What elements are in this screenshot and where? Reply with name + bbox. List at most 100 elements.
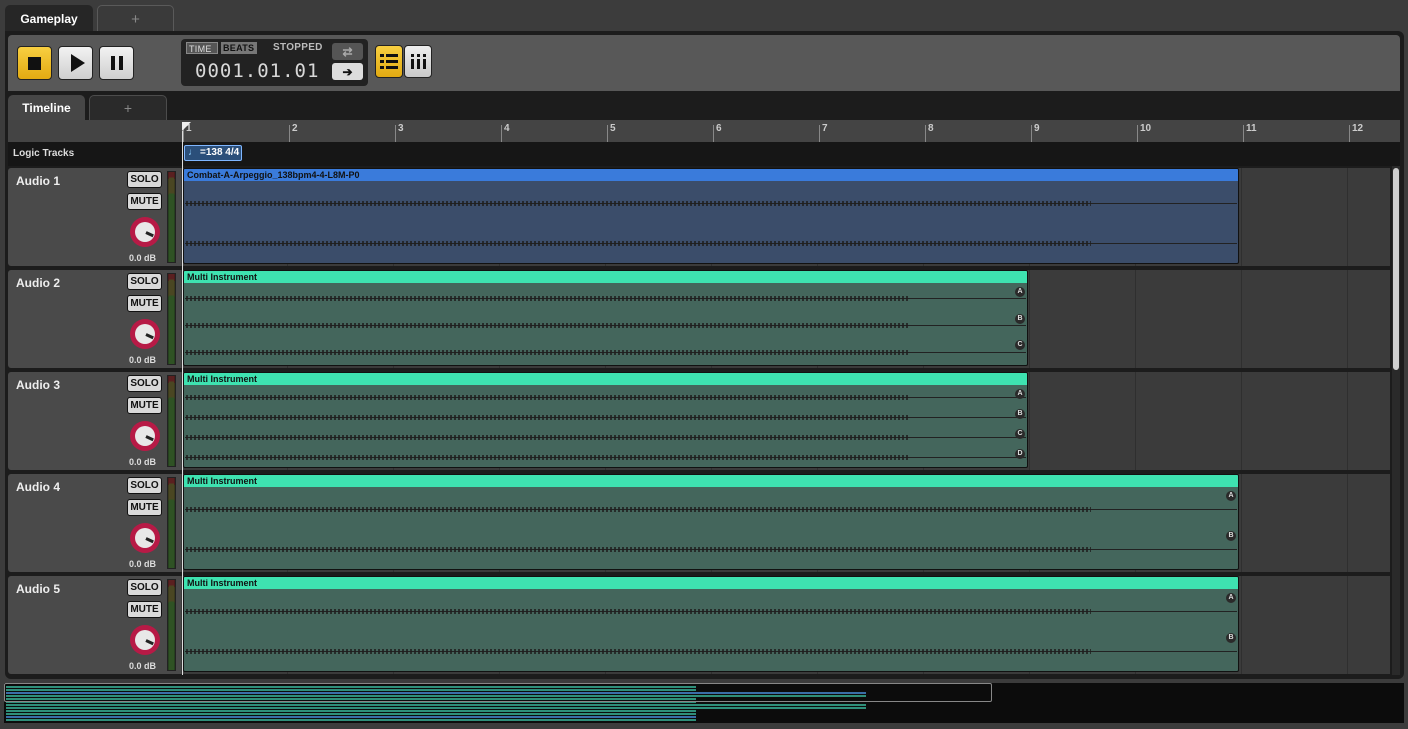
volume-knob[interactable] bbox=[130, 625, 160, 655]
overview-track bbox=[6, 719, 696, 721]
ruler-mark: 11 bbox=[1243, 123, 1257, 145]
volume-knob[interactable] bbox=[130, 319, 160, 349]
vertical-scrollbar-thumb[interactable] bbox=[1393, 168, 1399, 370]
solo-button[interactable]: SOLO bbox=[127, 273, 162, 290]
track-header: Audio 3 SOLO MUTE 0.0 dB bbox=[8, 372, 181, 470]
tab-timeline[interactable]: Timeline bbox=[8, 95, 85, 120]
track-name[interactable]: Audio 1 bbox=[16, 174, 60, 188]
track-name[interactable]: Audio 5 bbox=[16, 582, 60, 596]
clip-title: Multi Instrument bbox=[184, 475, 1238, 487]
timeline-ruler[interactable]: 1 2 3 4 5 6 7 8 9 10 11 12 bbox=[182, 120, 1400, 145]
overview-track bbox=[6, 710, 696, 712]
ruler-mark: 9 bbox=[1031, 123, 1040, 145]
add-view-tab-button[interactable]: + bbox=[89, 95, 167, 120]
add-tab-button[interactable]: + bbox=[97, 5, 174, 32]
audio-clip[interactable]: Multi Instrument A B bbox=[183, 474, 1239, 570]
ruler-mark: 2 bbox=[289, 123, 298, 145]
play-button[interactable] bbox=[58, 46, 93, 80]
mute-button[interactable]: MUTE bbox=[127, 193, 162, 210]
audio-clip[interactable]: Multi Instrument A B C bbox=[183, 270, 1028, 366]
mixer-icon bbox=[409, 54, 427, 69]
channel-label: A bbox=[1015, 389, 1025, 399]
track-header: Audio 1 SOLO MUTE 0.0 dB bbox=[8, 168, 181, 266]
clip-title: Multi Instrument bbox=[184, 271, 1027, 283]
channel-label: A bbox=[1226, 593, 1236, 603]
daw-window: Gameplay + TIME BEATS STOPPED 0001.01.01… bbox=[0, 0, 1408, 729]
volume-knob[interactable] bbox=[130, 421, 160, 451]
mute-button[interactable]: MUTE bbox=[127, 601, 162, 618]
volume-readout: 0.0 dB bbox=[129, 355, 157, 365]
track-header: Audio 5 SOLO MUTE 0.0 dB bbox=[8, 576, 181, 674]
mute-button[interactable]: MUTE bbox=[127, 397, 162, 414]
ruler-mark: 10 bbox=[1136, 123, 1152, 145]
audio-clip[interactable]: Combat-A-Arpeggio_138bpm4-4-L8M-P0 bbox=[183, 168, 1239, 264]
tempo-marker[interactable]: ♩ =138 4/4 bbox=[184, 145, 242, 161]
overview-track bbox=[6, 707, 866, 709]
clip-title: Multi Instrument bbox=[184, 577, 1238, 589]
level-meter bbox=[167, 171, 176, 263]
solo-button[interactable]: SOLO bbox=[127, 171, 162, 188]
stop-icon bbox=[28, 56, 41, 70]
follow-button[interactable]: ➔ bbox=[332, 63, 363, 80]
overview-viewport[interactable] bbox=[4, 683, 992, 702]
ruler-mark: 5 bbox=[607, 123, 616, 145]
mute-button[interactable]: MUTE bbox=[127, 499, 162, 516]
channel-label: D bbox=[1015, 449, 1025, 459]
arrow-right-icon: ➔ bbox=[342, 64, 353, 79]
overview-track bbox=[6, 716, 696, 718]
playhead bbox=[182, 131, 183, 675]
channel-label: A bbox=[1015, 287, 1025, 297]
pause-button[interactable] bbox=[99, 46, 134, 80]
solo-button[interactable]: SOLO bbox=[127, 375, 162, 392]
volume-readout: 0.0 dB bbox=[129, 559, 157, 569]
channel-label: C bbox=[1015, 340, 1025, 351]
transport-status: STOPPED bbox=[273, 42, 323, 53]
solo-button[interactable]: SOLO bbox=[127, 477, 162, 494]
playhead-handle[interactable] bbox=[182, 122, 191, 131]
tab-gameplay[interactable]: Gameplay bbox=[5, 5, 93, 32]
logic-tracks-label: Logic Tracks bbox=[13, 148, 75, 159]
loop-icon: ⇄ bbox=[342, 44, 353, 59]
channel-label: B bbox=[1226, 531, 1236, 541]
overview-track bbox=[6, 704, 866, 706]
volume-readout: 0.0 dB bbox=[129, 457, 157, 467]
ruler-mark: 8 bbox=[925, 123, 934, 145]
track-name[interactable]: Audio 2 bbox=[16, 276, 60, 290]
stop-button[interactable] bbox=[17, 46, 52, 80]
time-mode-toggle[interactable]: TIME bbox=[186, 42, 218, 54]
ruler-mark: 12 bbox=[1348, 123, 1364, 145]
ruler-mark: 4 bbox=[501, 123, 510, 145]
volume-readout: 0.0 dB bbox=[129, 253, 157, 263]
audio-clip[interactable]: Multi Instrument A B C D bbox=[183, 372, 1028, 468]
track-header: Audio 4 SOLO MUTE 0.0 dB bbox=[8, 474, 181, 572]
mixer-view-button[interactable] bbox=[404, 45, 432, 78]
loop-button[interactable]: ⇄ bbox=[332, 43, 363, 60]
volume-knob[interactable] bbox=[130, 523, 160, 553]
tempo-text: =138 4/4 bbox=[200, 147, 240, 158]
ruler-mark: 6 bbox=[713, 123, 722, 145]
track-name[interactable]: Audio 3 bbox=[16, 378, 60, 392]
level-meter bbox=[167, 273, 176, 365]
time-display: TIME BEATS STOPPED 0001.01.01 ⇄ ➔ bbox=[181, 39, 368, 86]
beats-mode-toggle[interactable]: BEATS bbox=[221, 42, 257, 54]
audio-clip[interactable]: Multi Instrument A B bbox=[183, 576, 1239, 672]
ruler-mark: 7 bbox=[819, 123, 828, 145]
mute-button[interactable]: MUTE bbox=[127, 295, 162, 312]
list-icon bbox=[380, 54, 398, 69]
level-meter bbox=[167, 579, 176, 671]
channel-label: A bbox=[1226, 491, 1236, 501]
clip-title: Multi Instrument bbox=[184, 373, 1027, 385]
list-view-button[interactable] bbox=[375, 45, 403, 78]
channel-label: B bbox=[1015, 313, 1025, 324]
volume-knob[interactable] bbox=[130, 217, 160, 247]
channel-label: C bbox=[1015, 429, 1025, 439]
ruler-mark: 3 bbox=[395, 123, 404, 145]
level-meter bbox=[167, 375, 176, 467]
channel-label: B bbox=[1226, 633, 1236, 643]
track-header: Audio 2 SOLO MUTE 0.0 dB bbox=[8, 270, 181, 368]
volume-readout: 0.0 dB bbox=[129, 661, 157, 671]
channel-label: B bbox=[1015, 409, 1025, 419]
note-icon: ♩ bbox=[188, 147, 198, 158]
solo-button[interactable]: SOLO bbox=[127, 579, 162, 596]
track-name[interactable]: Audio 4 bbox=[16, 480, 60, 494]
